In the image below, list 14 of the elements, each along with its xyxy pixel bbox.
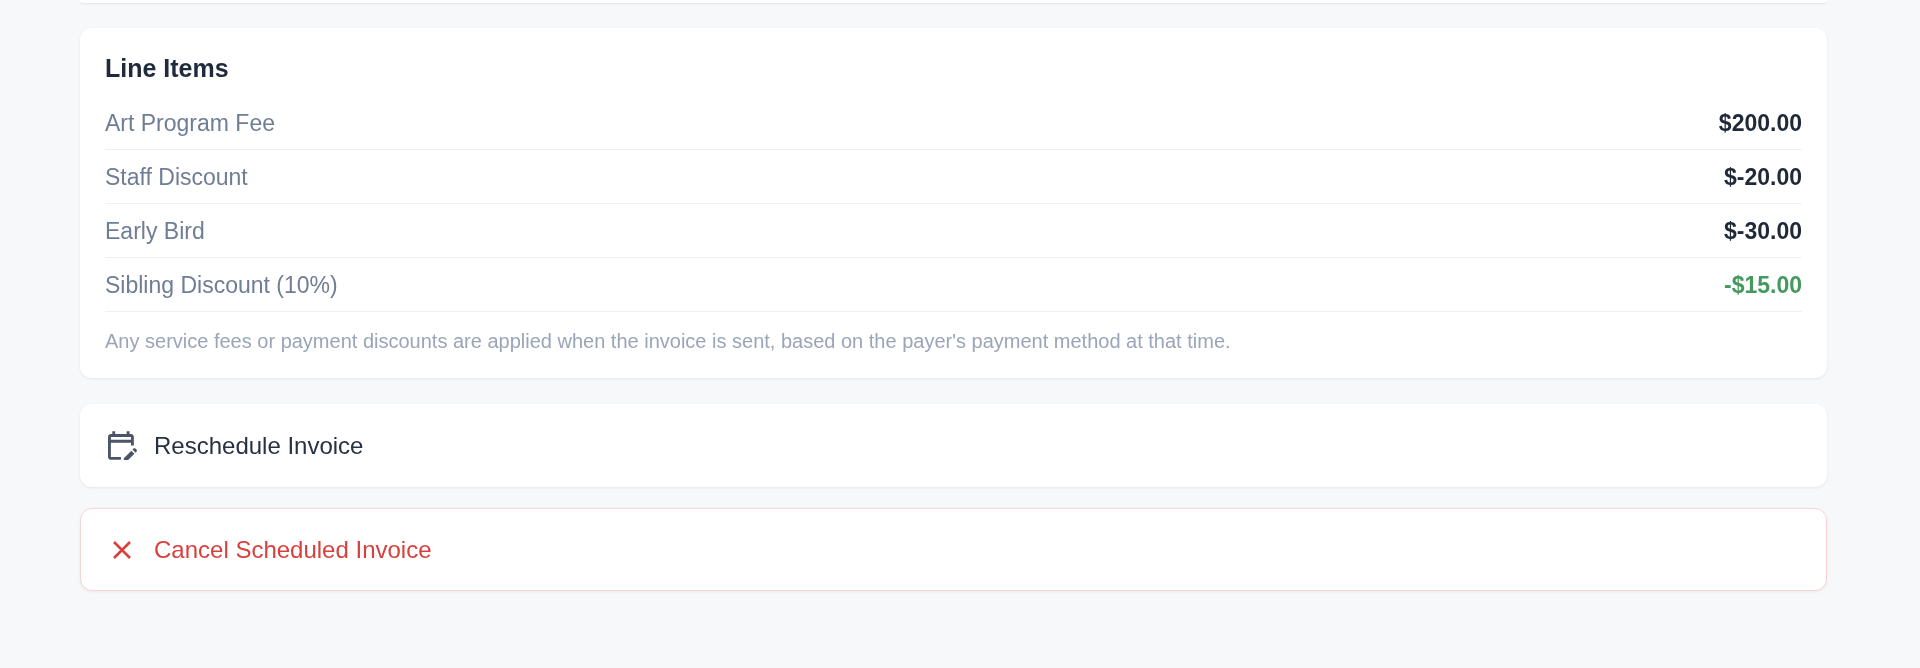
line-item-amount: $-30.00 bbox=[1724, 216, 1802, 245]
calendar-edit-icon bbox=[107, 431, 137, 460]
line-item-amount: $-20.00 bbox=[1724, 162, 1802, 191]
section-title: Line Items bbox=[105, 53, 229, 84]
line-item-label: Early Bird bbox=[105, 216, 205, 245]
line-item-label: Art Program Fee bbox=[105, 108, 275, 137]
note-text: Any service fees or payment discounts are applied when the invoice is sent, based on the payer's payment method at that time. bbox=[105, 329, 1231, 353]
line-item-amount: $200.00 bbox=[1718, 108, 1802, 137]
reschedule-button[interactable]: Reschedule Invoice bbox=[80, 404, 1827, 487]
close-icon bbox=[112, 539, 132, 560]
cancel-button[interactable]: Cancel Scheduled Invoice bbox=[80, 508, 1827, 591]
line-item-label: Sibling Discount (10%) bbox=[105, 270, 338, 299]
line-item-amount: -$15.00 bbox=[1724, 270, 1802, 299]
line-item-label: Staff Discount bbox=[105, 162, 248, 191]
